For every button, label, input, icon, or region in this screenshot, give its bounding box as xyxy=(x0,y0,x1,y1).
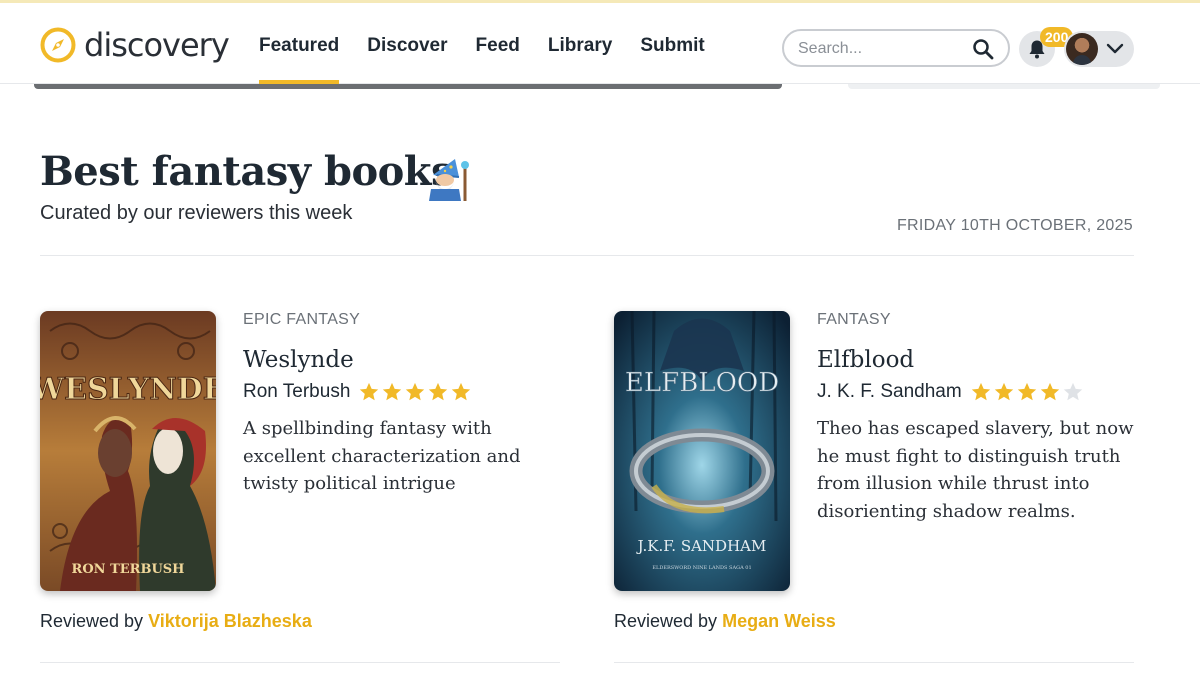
nav-submit[interactable]: Submit xyxy=(640,3,704,84)
search-icon[interactable] xyxy=(972,38,994,60)
page-subtitle: Curated by our reviewers this week xyxy=(40,202,353,224)
star-empty-icon xyxy=(1063,382,1082,401)
book-title[interactable]: Elfblood xyxy=(817,347,914,373)
author-row: Ron Terbush xyxy=(243,381,473,403)
book-card[interactable]: ELFBLOOD J.K.F. SANDHAM ELDERSWORD NINE … xyxy=(614,311,1134,671)
nav-feed[interactable]: Feed xyxy=(476,3,520,84)
star-rating xyxy=(358,381,473,403)
book-genre: EPIC FANTASY xyxy=(243,311,361,328)
compass-logo-icon xyxy=(40,27,76,63)
cover-series-text: ELDERSWORD NINE LANDS SAGA 01 xyxy=(652,565,751,571)
book-author[interactable]: J. K. F. Sandham xyxy=(817,381,962,403)
reviewed-by-label: Reviewed by xyxy=(40,611,144,631)
star-icon xyxy=(406,382,425,401)
reviewer-link[interactable]: Megan Weiss xyxy=(722,611,836,631)
scroll-strip-track xyxy=(848,84,1160,89)
book-cover-elfblood[interactable]: ELFBLOOD J.K.F. SANDHAM ELDERSWORD NINE … xyxy=(614,311,790,591)
star-icon xyxy=(971,382,990,401)
book-title[interactable]: Weslynde xyxy=(243,347,354,373)
reviewed-by: Reviewed by Megan Weiss xyxy=(614,611,836,632)
page-title: Best fantasy books xyxy=(40,148,454,195)
reviewer-link[interactable]: Viktorija Blazheska xyxy=(148,611,312,631)
nav-library[interactable]: Library xyxy=(548,3,612,84)
book-genre: FANTASY xyxy=(817,311,891,328)
divider xyxy=(40,662,560,663)
nav-featured[interactable]: Featured xyxy=(259,3,340,85)
logo-text: discovery xyxy=(84,26,230,64)
star-icon xyxy=(452,382,471,401)
cover-title-text: ELFBLOOD xyxy=(625,368,779,398)
author-row: J. K. F. Sandham xyxy=(817,381,1085,403)
user-menu-button[interactable] xyxy=(1064,31,1134,67)
star-rating xyxy=(970,381,1085,403)
book-blurb: Theo has escaped slavery, but now he mus… xyxy=(817,418,1134,522)
divider xyxy=(40,255,1134,256)
book-card[interactable]: WESLYNDE RON TERBUSH EPIC FANTASY Weslyn… xyxy=(40,311,560,671)
site-header: discovery Featured Discover Feed Library… xyxy=(0,3,1200,85)
weslynde-cover-art: WESLYNDE RON TERBUSH xyxy=(40,311,216,591)
book-blurb: A spellbinding fantasy with excellent ch… xyxy=(243,418,521,494)
avatar xyxy=(1066,33,1098,65)
star-icon xyxy=(383,382,402,401)
page-date: FRIDAY 10TH OCTOBER, 2025 xyxy=(896,217,1133,234)
reviewed-by-label: Reviewed by xyxy=(614,611,718,631)
chevron-down-icon xyxy=(1106,43,1124,54)
elfblood-cover-art: ELFBLOOD J.K.F. SANDHAM ELDERSWORD NINE … xyxy=(614,311,790,591)
star-icon xyxy=(1040,382,1059,401)
search-input[interactable] xyxy=(798,37,968,61)
star-icon xyxy=(360,382,379,401)
search-box xyxy=(782,29,1010,67)
book-author[interactable]: Ron Terbush xyxy=(243,381,350,403)
book-cover-weslynde[interactable]: WESLYNDE RON TERBUSH xyxy=(40,311,216,591)
reviewed-by: Reviewed by Viktorija Blazheska xyxy=(40,611,312,632)
wizard-icon xyxy=(429,159,469,201)
logo[interactable]: discovery xyxy=(40,26,230,64)
scroll-strip xyxy=(34,84,782,89)
star-icon xyxy=(1017,382,1036,401)
cover-author-text: J.K.F. SANDHAM xyxy=(636,537,767,555)
nav-discover[interactable]: Discover xyxy=(367,3,447,84)
star-icon xyxy=(994,382,1013,401)
main-nav: Featured Discover Feed Library Submit xyxy=(259,3,733,85)
cover-title-text: WESLYNDE xyxy=(40,372,216,407)
star-icon xyxy=(429,382,448,401)
divider xyxy=(614,662,1134,663)
cover-author-text: RON TERBUSH xyxy=(72,562,185,577)
